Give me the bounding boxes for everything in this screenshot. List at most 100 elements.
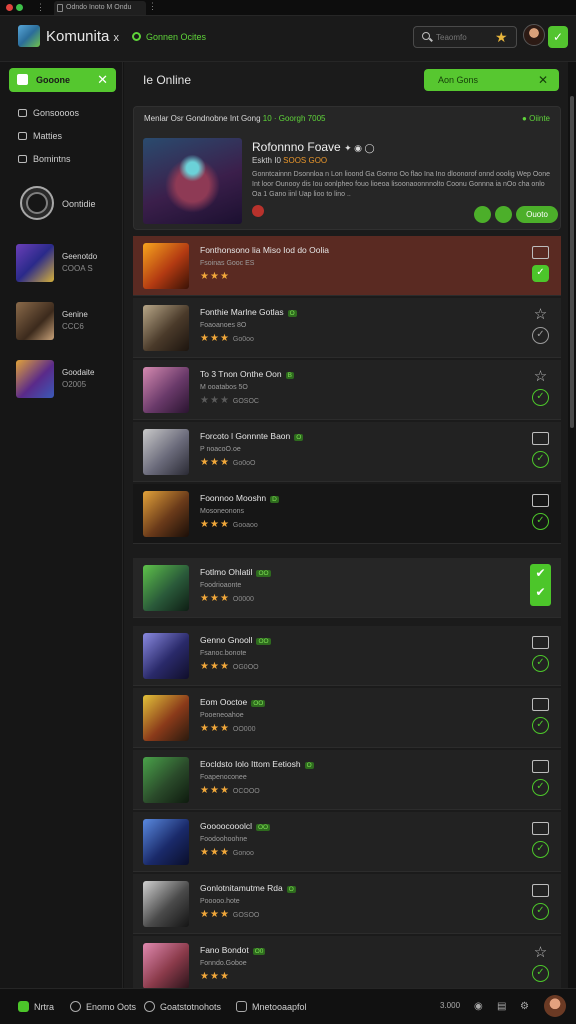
sidebar-game-thumb[interactable] [16, 302, 54, 340]
footer-item-2[interactable]: Enomo Oots [70, 1001, 136, 1012]
check-icon[interactable]: ✓ [532, 717, 549, 734]
game-title[interactable]: Eom Ooctoe OO [200, 697, 266, 707]
game-title[interactable]: Fano Bondot O0 [200, 945, 266, 955]
game-thumbnail[interactable] [143, 305, 189, 351]
close-window-icon[interactable] [6, 4, 13, 11]
gear-icon[interactable]: ⚙ [520, 1001, 529, 1012]
game-thumbnail[interactable] [143, 243, 189, 289]
bookmark-icon[interactable] [532, 432, 549, 445]
sidebar-item-1[interactable]: Gonsoooos [18, 108, 79, 118]
chat-icon[interactable]: ▤ [497, 1001, 506, 1012]
game-row[interactable]: To 3 Tnon Onthe Oon B M ooatabos 5O ★★★ GOSO… [133, 360, 561, 420]
game-row[interactable]: Fotlmo Ohlatil OO Foodrioaonte ★★★ O0000 ✔ ✔ [133, 558, 561, 618]
sound-icon[interactable]: ◉ [474, 1001, 483, 1012]
star-outline-icon[interactable]: ☆ [532, 945, 549, 960]
close-icon[interactable]: x [114, 32, 120, 44]
game-title[interactable]: Forcoto l Gonnnte Baon O [200, 431, 304, 441]
sidebar-game-3[interactable]: Goodaite O2005 [62, 367, 94, 391]
sidebar-game-2[interactable]: Genine CCC6 [62, 309, 88, 333]
check-icon[interactable]: ✓ [532, 389, 549, 406]
sidebar-game-thumb[interactable] [16, 360, 54, 398]
check-icon[interactable]: ✓ [532, 655, 549, 672]
game-thumbnail[interactable] [143, 429, 189, 475]
star-outline-icon[interactable]: ☆ [532, 369, 549, 384]
bookmark-icon[interactable] [532, 246, 549, 259]
game-row[interactable]: Fonthie Marlne Gotlas O Foaoanoes 8O ★★★ Go0… [133, 298, 561, 358]
add-game-button[interactable]: Aon Gons ✕ [424, 69, 559, 91]
sidebar-item-3[interactable]: Bomintns [18, 154, 71, 164]
game-tag-badge: OO [256, 638, 271, 645]
installed-check-icon[interactable]: ✔ ✔ [530, 564, 551, 606]
new-tab-icon[interactable]: ⋮ [148, 1, 158, 15]
bookmark-icon[interactable] [532, 636, 549, 649]
check-icon[interactable]: ✓ [532, 903, 549, 920]
share-button[interactable] [495, 206, 512, 223]
browser-tab[interactable]: Odndo Inoto M Ondu [54, 1, 146, 15]
game-title[interactable]: Fotlmo Ohlatil OO [200, 567, 271, 577]
game-row[interactable]: Forcoto l Gonnnte Baon O P noacoO.oe ★★★ Go0… [133, 422, 561, 482]
game-thumbnail[interactable] [143, 491, 189, 537]
bookmark-icon[interactable] [532, 884, 549, 897]
game-thumbnail[interactable] [143, 819, 189, 865]
game-thumbnail[interactable] [143, 881, 189, 927]
footer-avatar[interactable] [544, 995, 566, 1017]
check-icon[interactable]: ✓ [532, 513, 549, 530]
scroll-thumb[interactable] [570, 96, 574, 428]
maximize-window-icon[interactable] [16, 4, 23, 11]
game-row[interactable]: Goooocooolcl OO Foodoohoohne ★★★ Gonoo ✓ [133, 812, 561, 872]
game-row[interactable]: Genno Gnooll OO Fsanoc.bonote ★★★ OG0OO ✓ [133, 626, 561, 686]
game-thumbnail[interactable] [143, 757, 189, 803]
footer-item-3[interactable]: Goatstotnohots [144, 1001, 221, 1012]
footer-item-4[interactable]: Mnetooaapfol [236, 1001, 307, 1012]
game-title[interactable]: Foonnoo Mooshn D [200, 493, 279, 503]
game-title[interactable]: Genno Gnooll OO [200, 635, 271, 645]
check-icon[interactable]: ✓ [532, 265, 549, 282]
bookmark-icon[interactable] [532, 822, 549, 835]
check-icon[interactable]: ✓ [532, 965, 549, 982]
game-thumbnail[interactable] [143, 367, 189, 413]
game-title[interactable]: Goooocooolcl OO [200, 821, 271, 831]
check-icon[interactable]: ✓ [532, 779, 549, 796]
game-row[interactable]: Eocldsto Iolo Ittom Eetiosh O Foapenoconee… [133, 750, 561, 810]
game-thumbnail[interactable] [143, 633, 189, 679]
user-avatar[interactable] [523, 24, 545, 46]
game-title[interactable]: Fonthie Marlne Gotlas O [200, 307, 297, 317]
community-emblem-icon[interactable] [20, 186, 54, 220]
game-thumbnail[interactable] [143, 565, 189, 611]
game-title[interactable]: Fonthonsono lia Miso Iod do Oolia [200, 245, 329, 255]
star-rating: ★★★ [200, 971, 230, 982]
game-title[interactable]: Gonlotnitamutme Rda O [200, 883, 296, 893]
game-row[interactable]: Fonthonsono lia Miso Iod do Oolia Fsoinas… [133, 236, 561, 296]
game-tag-badge: OO [256, 570, 271, 577]
sidebar-game-thumb[interactable] [16, 244, 54, 282]
like-button[interactable] [474, 206, 491, 223]
game-title[interactable]: To 3 Tnon Onthe Oon B [200, 369, 294, 379]
bookmark-icon[interactable] [532, 494, 549, 507]
game-title[interactable]: Eocldsto Iolo Ittom Eetiosh O [200, 759, 314, 769]
game-row[interactable]: Fano Bondot O0 Fonndo.Goboe ★★★ ☆ ✓ [133, 936, 561, 996]
bookmark-icon[interactable] [532, 760, 549, 773]
game-thumbnail[interactable] [143, 695, 189, 741]
bookmark-icon[interactable] [532, 698, 549, 711]
check-icon[interactable]: ✓ [532, 451, 549, 468]
scrollbar[interactable] [568, 62, 576, 988]
check-icon[interactable]: ✓ [532, 327, 549, 344]
notifications-button[interactable]: ✓ [548, 26, 568, 48]
sidebar-toggle-icon[interactable]: ⋮ [36, 2, 45, 13]
featured-game-image[interactable] [143, 138, 242, 224]
sidebar-home-button[interactable]: Gooone ✕ [9, 68, 116, 92]
sidebar-item-2[interactable]: Matties [18, 131, 62, 141]
heart-icon[interactable] [252, 205, 264, 217]
game-row[interactable]: Eom Ooctoe OO Pooeneoahoe ★★★ OO000 ✓ [133, 688, 561, 748]
game-row[interactable]: Foonnoo Mooshn D Mosoneonons ★★★ Gooaoo ✓ [133, 484, 561, 544]
check-icon[interactable]: ✓ [532, 841, 549, 858]
game-thumbnail[interactable] [143, 943, 189, 989]
trophy-icon[interactable]: ★ [495, 29, 508, 46]
search-input[interactable] [436, 31, 500, 43]
star-outline-icon[interactable]: ☆ [532, 307, 549, 322]
play-button[interactable]: Ouoto [516, 206, 558, 223]
app-logo[interactable] [18, 25, 40, 47]
sidebar-game-1[interactable]: Geenotdo COOA S [62, 251, 97, 275]
footer-item-1[interactable]: Nrtra [18, 1001, 54, 1012]
game-row[interactable]: Gonlotnitamutme Rda O Pooooo.hote ★★★ GOSOO ✓ [133, 874, 561, 934]
